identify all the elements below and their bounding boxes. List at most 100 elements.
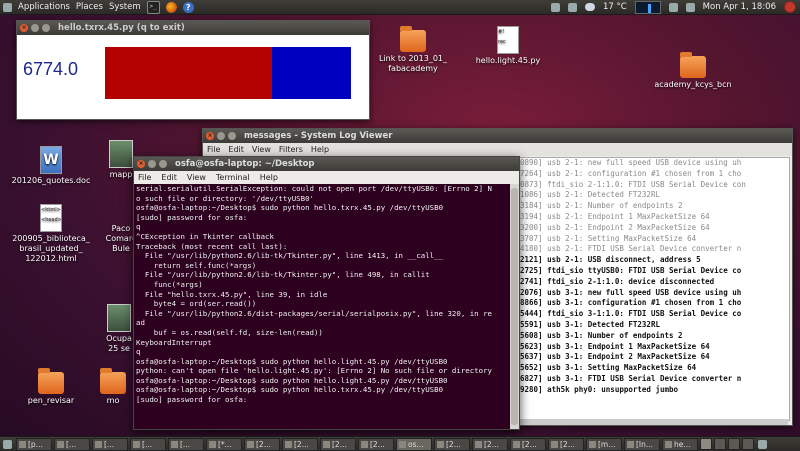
- log-line[interactable]: 9280] ath5k phy0: unsupported jumbo: [517, 385, 789, 396]
- tk-window-titlebar[interactable]: × hello.txrx.45.py (q to exit): [17, 21, 369, 35]
- tk-window[interactable]: × hello.txrx.45.py (q to exit) 6774.0: [16, 20, 370, 120]
- notes-icon[interactable]: [550, 2, 560, 12]
- weather-icon[interactable]: [584, 3, 595, 11]
- log-line[interactable]: 5444] ftdi_sio 3-1:1.0: FTDI USB Serial …: [517, 309, 789, 320]
- terminal-menu-terminal[interactable]: Terminal: [216, 173, 250, 182]
- log-line[interactable]: 5608] usb 3-1: Number of endpoints 2: [517, 331, 789, 342]
- minimize-icon[interactable]: [217, 132, 225, 140]
- minimize-icon[interactable]: [148, 160, 156, 168]
- image-thumbnail-icon: [109, 140, 133, 168]
- log-menu-edit[interactable]: Edit: [228, 145, 244, 154]
- terminal-titlebar[interactable]: × osfa@osfa-laptop: ~/Desktop: [134, 157, 519, 171]
- workspace-switcher-2[interactable]: [714, 438, 726, 450]
- taskbar-item[interactable]: [2...: [282, 437, 318, 451]
- log-line[interactable]: 4180] usb 2-1: FTDI USB Serial Device co…: [517, 244, 789, 255]
- temperature-label[interactable]: 17 °C: [603, 2, 627, 12]
- taskbar-item[interactable]: os...: [396, 437, 432, 451]
- taskbar-item[interactable]: he...: [662, 437, 698, 451]
- log-line[interactable]: 3707] usb 2-1: Setting MaxPacketSize 64: [517, 234, 789, 245]
- firefox-launcher-icon[interactable]: [165, 1, 177, 13]
- taskbar-item[interactable]: [2...: [434, 437, 470, 451]
- log-line[interactable]: 2741] ftdi_sio 2-1:1.0: device disconnec…: [517, 277, 789, 288]
- log-line[interactable]: 8866] usb 3-1: configuration #1 chosen f…: [517, 298, 789, 309]
- desktop-icon-pen-revisar[interactable]: pen_revisar: [6, 368, 96, 406]
- taskbar-item[interactable]: [p...: [16, 437, 52, 451]
- log-line[interactable]: 2121] usb 2-1: USB disconnect, address 5: [517, 255, 789, 266]
- log-line[interactable]: 5637] usb 3-1: Endpoint 2 MaxPacketSize …: [517, 352, 789, 363]
- taskbar-item-label: [...: [66, 439, 77, 449]
- network-icon[interactable]: [567, 2, 577, 12]
- system-monitor-graph[interactable]: [634, 0, 661, 14]
- terminal-line: ad: [136, 318, 145, 328]
- taskbar-item[interactable]: [...: [54, 437, 90, 451]
- maximize-icon[interactable]: [228, 132, 236, 140]
- log-line[interactable]: 1086] usb 2-1: Detected FT232RL: [517, 190, 789, 201]
- clock[interactable]: Mon Apr 1, 18:06: [703, 2, 776, 12]
- taskbar-item[interactable]: [2...: [548, 437, 584, 451]
- taskbar-item-label: [...: [180, 439, 191, 449]
- log-line[interactable]: 3194] usb 2-1: Endpoint 1 MaxPacketSize …: [517, 212, 789, 223]
- log-menu-view[interactable]: View: [252, 145, 271, 154]
- close-icon[interactable]: ×: [137, 160, 145, 168]
- log-window-titlebar[interactable]: × messages - System Log Viewer: [203, 129, 792, 143]
- log-line[interactable]: 7264] usb 2-1: configuration #1 chosen f…: [517, 169, 789, 180]
- taskbar-item[interactable]: [...: [92, 437, 128, 451]
- taskbar-item[interactable]: [2...: [244, 437, 280, 451]
- terminal-menu-file[interactable]: File: [138, 173, 151, 182]
- terminal-menu-view[interactable]: View: [187, 173, 206, 182]
- log-line[interactable]: 5623] usb 3-1: Endpoint 1 MaxPacketSize …: [517, 342, 789, 353]
- trash-icon[interactable]: [758, 439, 767, 449]
- log-line[interactable]: 0873] ftdi_sio 2-1:1.0: FTDI USB Serial …: [517, 180, 789, 191]
- terminal-menu-help[interactable]: Help: [260, 173, 278, 182]
- taskbar-item[interactable]: [m...: [586, 437, 622, 451]
- workspace-switcher-3[interactable]: [728, 438, 740, 450]
- taskbar-item[interactable]: [In...: [624, 437, 660, 451]
- taskbar-item[interactable]: [...: [168, 437, 204, 451]
- close-icon[interactable]: ×: [206, 132, 214, 140]
- desktop-icon-academy[interactable]: academy_kcys_bcn: [648, 52, 738, 90]
- level-bar-fill: [105, 47, 272, 99]
- log-line[interactable]: 2076] usb 3-1: new full speed USB device…: [517, 288, 789, 299]
- log-line[interactable]: 6827] usb 3-1: FTDI USB Serial Device co…: [517, 374, 789, 385]
- menu-places[interactable]: Places: [73, 2, 106, 12]
- taskbar-item[interactable]: [2...: [472, 437, 508, 451]
- minimize-icon[interactable]: [31, 24, 39, 32]
- desktop-icon-hello-light[interactable]: #! rec hello.light.45.py: [463, 26, 553, 66]
- desktop-icon-mo[interactable]: mo: [88, 368, 138, 406]
- power-icon[interactable]: [784, 1, 796, 13]
- show-desktop-icon[interactable]: [3, 439, 12, 449]
- maximize-icon[interactable]: [159, 160, 167, 168]
- mail-icon[interactable]: [685, 2, 695, 12]
- menu-system[interactable]: System: [106, 2, 144, 12]
- taskbar-item[interactable]: [2...: [510, 437, 546, 451]
- log-horizontal-scrollbar[interactable]: [516, 419, 788, 425]
- terminal-scrollbar[interactable]: [510, 184, 519, 429]
- log-line[interactable]: 2725] ftdi_sio ttyUSB0: FTDI USB Serial …: [517, 266, 789, 277]
- volume-icon[interactable]: [668, 2, 678, 12]
- log-line[interactable]: 5652] usb 3-1: Setting MaxPacketSize 64: [517, 363, 789, 374]
- terminal-window[interactable]: × osfa@osfa-laptop: ~/Desktop File Edit …: [133, 156, 520, 430]
- close-icon[interactable]: ×: [20, 24, 28, 32]
- taskbar-item[interactable]: [2...: [358, 437, 394, 451]
- terminal-line: osfa@osfa-laptop:~/Desktop$ sudo python …: [136, 356, 448, 366]
- log-line[interactable]: 3200] usb 2-1: Endpoint 2 MaxPacketSize …: [517, 223, 789, 234]
- taskbar-item[interactable]: [2...: [320, 437, 356, 451]
- workspace-switcher-1[interactable]: [700, 438, 712, 450]
- log-text-view[interactable]: 0890] usb 2-1: new full speed USB device…: [516, 157, 790, 421]
- terminal-menu-edit[interactable]: Edit: [161, 173, 177, 182]
- log-line[interactable]: 5591] usb 3-1: Detected FT232RL: [517, 320, 789, 331]
- desktop-icon-fabacademy-link[interactable]: Link to 2013_01_ fabacademy: [368, 26, 458, 74]
- menu-applications[interactable]: Applications: [15, 2, 73, 12]
- maximize-icon[interactable]: [42, 24, 50, 32]
- log-menu-file[interactable]: File: [207, 145, 220, 154]
- log-menu-filters[interactable]: Filters: [279, 145, 303, 154]
- terminal-output[interactable]: serial.serialutil.SerialException: could…: [134, 184, 511, 429]
- log-menu-help[interactable]: Help: [311, 145, 329, 154]
- workspace-switcher-4[interactable]: [742, 438, 754, 450]
- taskbar-item[interactable]: [*...: [206, 437, 242, 451]
- help-launcher-icon[interactable]: ?: [182, 1, 194, 13]
- log-line[interactable]: 0890] usb 2-1: new full speed USB device…: [517, 158, 789, 169]
- log-line[interactable]: 3184] usb 2-1: Number of endpoints 2: [517, 201, 789, 212]
- taskbar-item[interactable]: [...: [130, 437, 166, 451]
- terminal-launcher-icon[interactable]: >_: [146, 0, 160, 14]
